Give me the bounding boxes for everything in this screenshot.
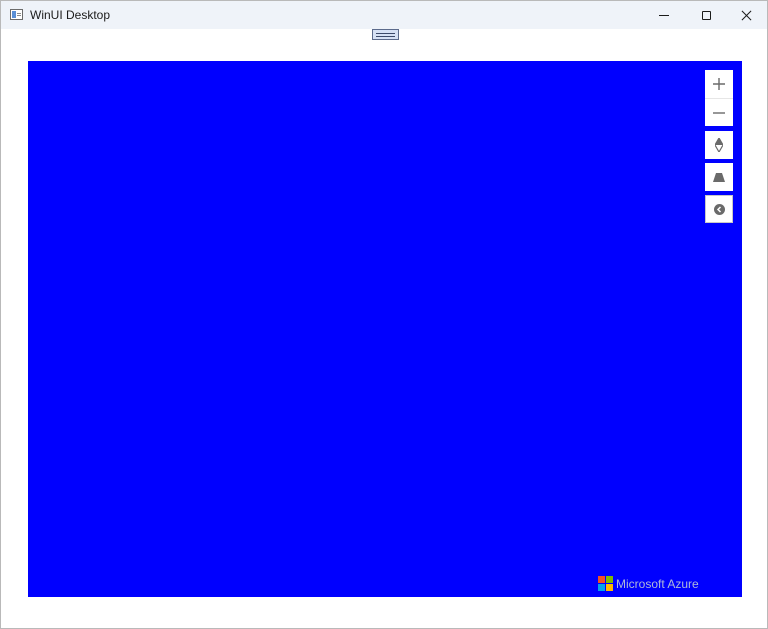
logo-square bbox=[598, 584, 605, 591]
logo-square bbox=[598, 576, 605, 583]
maximize-button[interactable] bbox=[685, 1, 727, 29]
close-icon bbox=[741, 10, 752, 21]
minimize-icon bbox=[659, 14, 669, 16]
zoom-in-button[interactable] bbox=[705, 70, 733, 98]
minimize-button[interactable] bbox=[643, 1, 685, 29]
app-window: WinUI Desktop Microsoft Azure bbox=[0, 0, 768, 629]
splitter-grip-button[interactable] bbox=[372, 29, 399, 40]
logo-square bbox=[606, 576, 613, 583]
window-title: WinUI Desktop bbox=[30, 8, 111, 22]
compass-icon bbox=[715, 138, 723, 152]
grip-line bbox=[376, 35, 395, 37]
maximize-icon bbox=[701, 10, 711, 20]
zoom-out-button[interactable] bbox=[705, 98, 733, 126]
grip-line bbox=[376, 32, 395, 34]
compass-button[interactable] bbox=[705, 131, 733, 159]
chevron-left-icon bbox=[713, 203, 725, 215]
style-picker-button[interactable] bbox=[705, 195, 733, 223]
pitch-icon bbox=[713, 172, 725, 182]
pitch-button[interactable] bbox=[705, 163, 733, 191]
logo-square bbox=[606, 584, 613, 591]
title-bar[interactable]: WinUI Desktop bbox=[1, 1, 767, 29]
azure-logo-text: Microsoft Azure bbox=[616, 576, 699, 591]
app-icon bbox=[10, 9, 23, 20]
azure-logo: Microsoft Azure bbox=[598, 576, 699, 591]
map-control[interactable]: Microsoft Azure bbox=[28, 61, 742, 597]
microsoft-logo-icon bbox=[598, 576, 613, 591]
close-button[interactable] bbox=[725, 1, 767, 29]
plus-icon bbox=[713, 78, 725, 90]
minus-icon bbox=[713, 111, 725, 114]
